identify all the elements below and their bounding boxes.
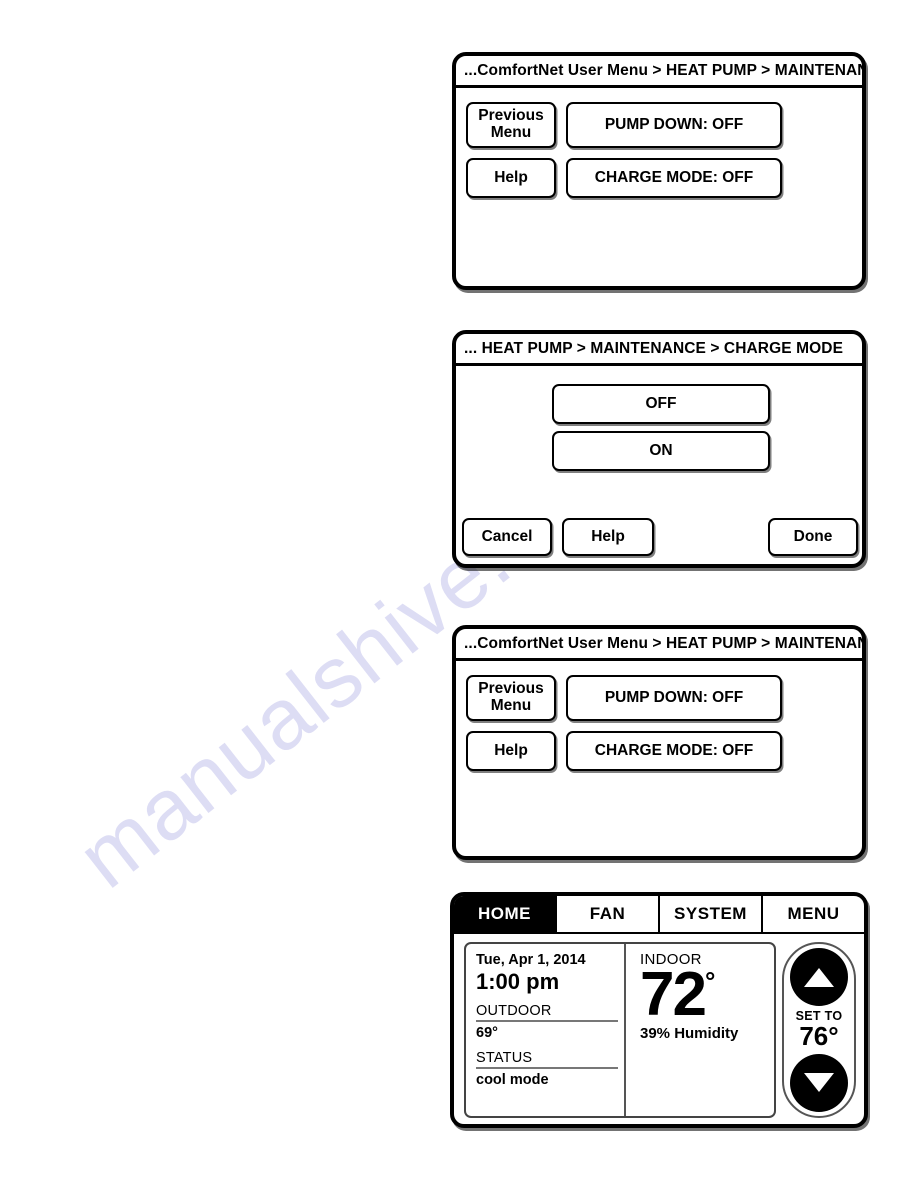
- indoor-temperature-value: 72: [640, 960, 707, 1029]
- tab-menu-label: MENU: [787, 904, 840, 923]
- pump-down-button[interactable]: PUMP DOWN: OFF: [566, 102, 782, 148]
- tab-fan[interactable]: FAN: [555, 896, 658, 932]
- cancel-button[interactable]: Cancel: [462, 518, 552, 556]
- previous-menu-button[interactable]: Previous Menu: [466, 102, 556, 148]
- screen-maintenance-bottom: ...ComfortNet User Menu > HEAT PUMP > MA…: [452, 625, 866, 860]
- tab-fan-label: FAN: [589, 904, 626, 923]
- screen-charge-mode: ... HEAT PUMP > MAINTENANCE > CHARGE MOD…: [452, 330, 866, 568]
- help-button[interactable]: Help: [466, 731, 556, 771]
- cancel-label: Cancel: [481, 527, 533, 545]
- help-button[interactable]: Help: [562, 518, 654, 556]
- breadcrumb-maintenance-top: ...ComfortNet User Menu > HEAT PUMP > MA…: [456, 56, 862, 88]
- charge-mode-label: CHARGE MODE: OFF: [594, 168, 754, 186]
- humidity-value: 39% Humidity: [640, 1025, 739, 1043]
- up-triangle-glyph: [804, 967, 834, 987]
- help-label: Help: [591, 527, 625, 545]
- breadcrumb-charge-mode: ... HEAT PUMP > MAINTENANCE > CHARGE MOD…: [456, 334, 862, 366]
- done-label: Done: [793, 527, 833, 545]
- tab-home[interactable]: HOME: [454, 896, 555, 932]
- degree-symbol-icon: °: [704, 966, 716, 996]
- option-on-label: ON: [649, 441, 673, 459]
- done-button[interactable]: Done: [768, 518, 858, 556]
- set-to-value: 76°: [799, 1020, 839, 1051]
- status-label: STATUS: [476, 1050, 618, 1070]
- info-left-column: Tue, Apr 1, 2014 1:00 pm OUTDOOR 69° STA…: [466, 944, 626, 1116]
- up-arrow-icon[interactable]: [790, 948, 848, 1006]
- screen-body: Previous Menu Help PUMP DOWN: OFF CHARGE…: [456, 661, 862, 856]
- pump-down-label: PUMP DOWN: OFF: [604, 688, 744, 706]
- outdoor-label: OUTDOOR: [476, 1003, 618, 1023]
- pump-down-button[interactable]: PUMP DOWN: OFF: [566, 675, 782, 721]
- previous-menu-button[interactable]: Previous Menu: [466, 675, 556, 721]
- setpoint-control: SET TO 76°: [782, 942, 856, 1118]
- tab-bar: HOME FAN SYSTEM MENU: [454, 896, 864, 934]
- screen-thermostat-home: HOME FAN SYSTEM MENU Tue, Apr 1, 2014 1:…: [450, 892, 868, 1128]
- previous-menu-label-line2: Menu: [490, 697, 532, 714]
- tab-menu[interactable]: MENU: [761, 896, 864, 932]
- current-date: Tue, Apr 1, 2014: [476, 952, 586, 968]
- option-off-label: OFF: [645, 394, 677, 412]
- previous-menu-label-line1: Previous: [478, 680, 544, 698]
- breadcrumb-maintenance-bottom: ...ComfortNet User Menu > HEAT PUMP > MA…: [456, 629, 862, 661]
- charge-mode-button[interactable]: CHARGE MODE: OFF: [566, 731, 782, 771]
- info-card: Tue, Apr 1, 2014 1:00 pm OUTDOOR 69° STA…: [464, 942, 776, 1118]
- screen-body: OFF ON Cancel Help Done: [456, 366, 862, 564]
- down-arrow-icon[interactable]: [790, 1053, 848, 1112]
- charge-mode-label: CHARGE MODE: OFF: [594, 741, 754, 759]
- tab-system-label: SYSTEM: [674, 904, 747, 923]
- status-value: cool mode: [476, 1072, 549, 1089]
- screen-body: Previous Menu Help PUMP DOWN: OFF CHARGE…: [456, 88, 862, 286]
- previous-menu-label-line1: Previous: [478, 107, 544, 125]
- help-label: Help: [494, 168, 528, 186]
- home-body: Tue, Apr 1, 2014 1:00 pm OUTDOOR 69° STA…: [454, 934, 864, 1124]
- charge-mode-button[interactable]: CHARGE MODE: OFF: [566, 158, 782, 198]
- help-button[interactable]: Help: [466, 158, 556, 198]
- help-label: Help: [494, 741, 528, 759]
- previous-menu-label-line2: Menu: [490, 124, 532, 141]
- tab-system[interactable]: SYSTEM: [658, 896, 761, 932]
- setpoint-readout: SET TO 76°: [796, 1010, 843, 1050]
- down-triangle-glyph: [804, 1073, 834, 1093]
- outdoor-temperature: 69°: [476, 1025, 498, 1042]
- screen-maintenance-top: ...ComfortNet User Menu > HEAT PUMP > MA…: [452, 52, 866, 290]
- charge-mode-option-off[interactable]: OFF: [552, 384, 770, 424]
- indoor-temperature: 72 °: [640, 960, 768, 1029]
- charge-mode-option-on[interactable]: ON: [552, 431, 770, 471]
- tab-home-label: HOME: [478, 904, 531, 923]
- info-right-column: INDOOR 72 ° 39% Humidity: [626, 944, 774, 1116]
- current-time: 1:00 pm: [476, 968, 560, 994]
- pump-down-label: PUMP DOWN: OFF: [604, 115, 744, 133]
